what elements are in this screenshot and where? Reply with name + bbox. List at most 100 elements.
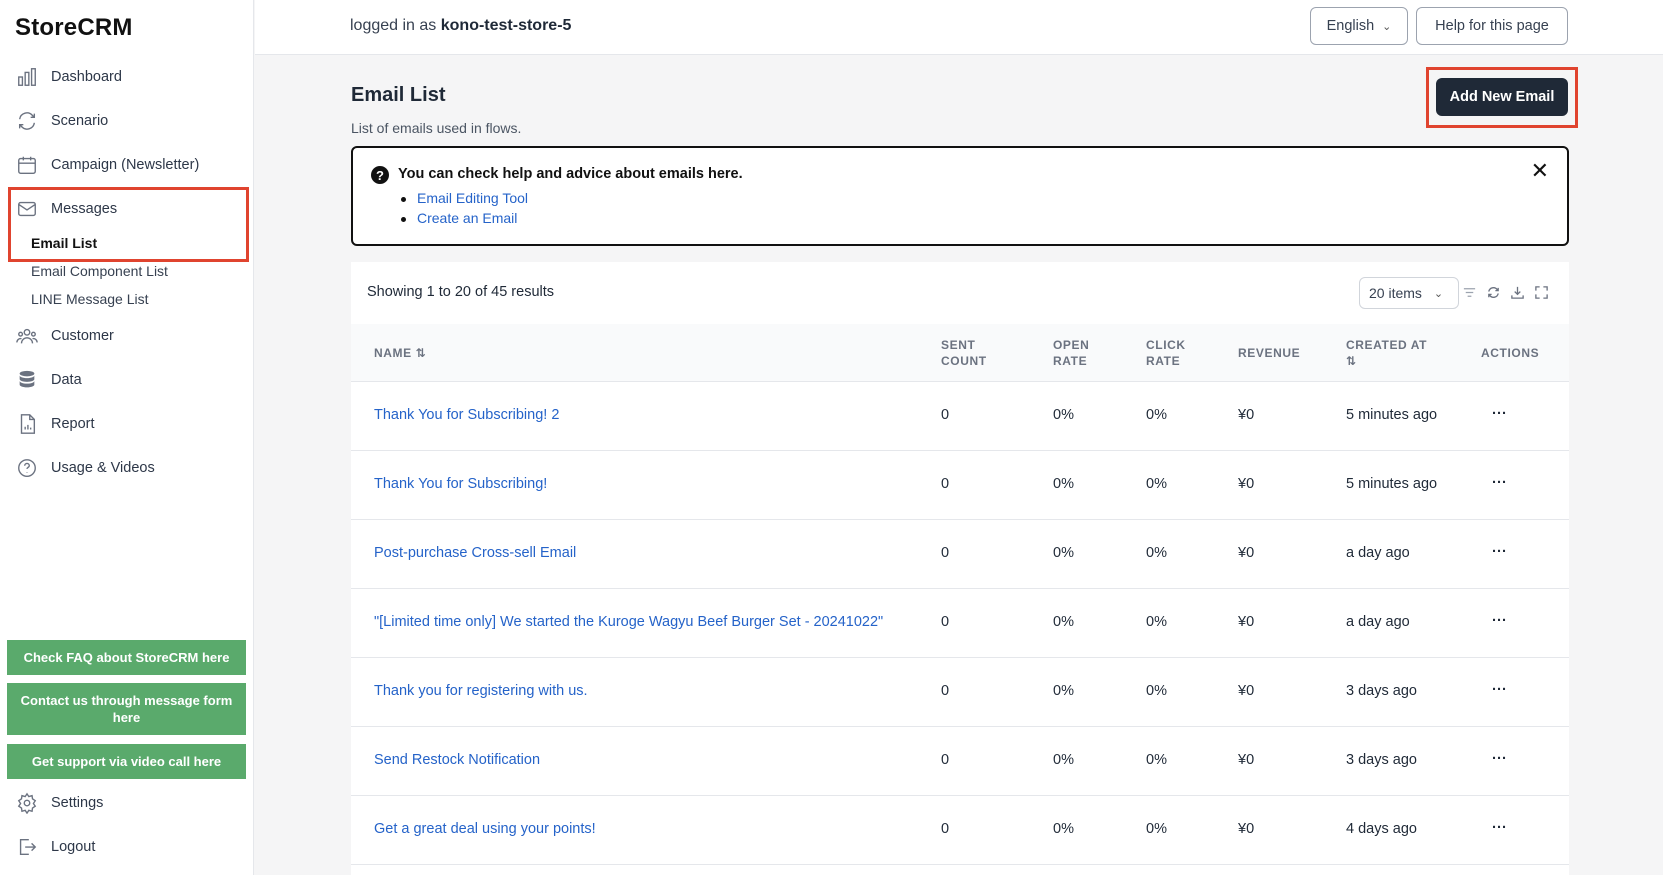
add-new-email-button[interactable]: Add New Email (1436, 78, 1568, 116)
sidebar-item-customer[interactable]: Customer (15, 322, 114, 350)
click-rate: 0% (1146, 614, 1167, 630)
column-created-at[interactable]: CREATED AT ⇅ (1346, 337, 1427, 369)
sidebar-item-data[interactable]: Data (15, 366, 82, 394)
revenue: ¥0 (1238, 545, 1255, 561)
sidebar-item-logout[interactable]: Logout (15, 833, 95, 861)
column-created-at-line1: CREATED AT (1346, 338, 1428, 352)
faq-button[interactable]: Check FAQ about StoreCRM here (7, 640, 246, 675)
row-actions-menu[interactable]: ... (1492, 747, 1507, 763)
chevron-down-icon: ⌄ (1382, 20, 1392, 33)
column-sent-count-line2: COUNT (941, 354, 987, 368)
filter-icon[interactable] (1461, 284, 1477, 300)
sidebar-item-label: Messages (51, 201, 118, 217)
refresh-icon (15, 109, 39, 133)
sidebar-item-label: Report (51, 416, 95, 432)
help-link-email-editing-tool[interactable]: Email Editing Tool (400, 190, 528, 206)
column-actions: ACTIONS (1481, 346, 1540, 360)
sidebar-item-dashboard[interactable]: Dashboard (15, 63, 122, 91)
row-actions-menu[interactable]: ... (1492, 678, 1507, 694)
bar-chart-icon (15, 65, 39, 89)
email-name-link[interactable]: Get a great deal using your points! (374, 821, 596, 837)
sidebar-item-label: Dashboard (51, 69, 122, 85)
revenue: ¥0 (1238, 476, 1255, 492)
document-chart-icon (15, 412, 39, 436)
fullscreen-icon[interactable] (1533, 284, 1549, 300)
column-sent-count: SENT COUNT (941, 337, 987, 369)
open-rate: 0% (1053, 614, 1074, 630)
column-name[interactable]: NAME ⇅ (374, 345, 426, 361)
video-call-support-button[interactable]: Get support via video call here (7, 744, 246, 779)
column-revenue: REVENUE (1238, 346, 1301, 360)
page-title: Email List (351, 84, 446, 106)
click-rate: 0% (1146, 545, 1167, 561)
email-name-link[interactable]: Thank You for Subscribing! (374, 476, 547, 492)
close-icon[interactable]: ✕ (1531, 160, 1549, 182)
column-open-rate: OPEN RATE (1053, 337, 1089, 369)
table-row: Post-purchase Cross-sell Email 0 0% 0% ¥… (351, 520, 1569, 589)
created-at: 3 days ago (1346, 683, 1417, 699)
column-click-rate-line2: RATE (1146, 354, 1181, 368)
click-rate: 0% (1146, 821, 1167, 837)
email-name-link[interactable]: "[Limited time only] We started the Kuro… (374, 614, 883, 630)
page-size-select[interactable]: 20 items ⌄ (1359, 277, 1459, 309)
sidebar-item-campaign[interactable]: Campaign (Newsletter) (15, 151, 199, 179)
calendar-icon (15, 153, 39, 177)
users-icon (15, 324, 39, 348)
sent-count: 0 (941, 614, 950, 630)
table-row: Thank You for Subscribing! 0 0% 0% ¥0 5 … (351, 451, 1569, 520)
revenue: ¥0 (1238, 407, 1255, 423)
open-rate: 0% (1053, 476, 1074, 492)
revenue: ¥0 (1238, 614, 1255, 630)
sent-count: 0 (941, 821, 950, 837)
help-link-create-email[interactable]: Create an Email (400, 210, 517, 226)
sidebar-item-scenario[interactable]: Scenario (15, 107, 108, 135)
table-row: Thank you for registering with us. 0 0% … (351, 658, 1569, 727)
created-at: a day ago (1346, 545, 1410, 561)
email-name-link[interactable]: Send Restock Notification (374, 752, 540, 768)
logout-icon (15, 835, 39, 859)
help-page-button[interactable]: Help for this page (1416, 7, 1568, 45)
sidebar-item-label: Logout (51, 839, 96, 855)
app-logo[interactable]: StoreCRM (15, 14, 133, 42)
row-actions-menu[interactable]: ... (1492, 816, 1507, 832)
column-sent-count-line1: SENT (941, 338, 976, 352)
row-actions-menu[interactable]: ... (1492, 540, 1507, 556)
sidebar-item-label: Scenario (51, 113, 109, 129)
sidebar-item-messages[interactable]: Messages (15, 195, 117, 223)
open-rate: 0% (1053, 683, 1074, 699)
sidebar-subitem-line-message-list[interactable]: LINE Message List (31, 291, 149, 307)
help-title: You can check help and advice about emai… (398, 166, 743, 182)
email-name-link[interactable]: Thank You for Subscribing! 2 (374, 407, 559, 423)
sidebar-item-label: Settings (51, 795, 104, 811)
language-select[interactable]: English ⌄ (1310, 7, 1408, 45)
sidebar: StoreCRM Dashboard Scenario Campaign (Ne… (0, 0, 254, 875)
refresh-icon[interactable] (1485, 284, 1501, 300)
help-circle-icon (15, 456, 39, 480)
page-subtitle: List of emails used in flows. (351, 120, 522, 136)
store-name: kono-test-store-5 (440, 17, 572, 34)
sidebar-item-settings[interactable]: Settings (15, 789, 103, 817)
click-rate: 0% (1146, 407, 1167, 423)
row-actions-menu[interactable]: ... (1492, 471, 1507, 487)
table-header: NAME ⇅ SENT COUNT OPEN RATE CLICK RATE R… (351, 324, 1569, 382)
sidebar-item-report[interactable]: Report (15, 410, 95, 438)
gear-icon (15, 791, 39, 815)
created-at: 5 minutes ago (1346, 476, 1438, 492)
created-at: 3 days ago (1346, 752, 1417, 768)
sidebar-item-label: Customer (51, 328, 114, 344)
sidebar-subitem-email-component-list[interactable]: Email Component List (31, 263, 168, 279)
row-actions-menu[interactable]: ... (1492, 402, 1507, 418)
created-at: 5 minutes ago (1346, 407, 1438, 423)
download-icon[interactable] (1509, 284, 1525, 300)
email-name-link[interactable]: Post-purchase Cross-sell Email (374, 545, 576, 561)
sidebar-item-usage-videos[interactable]: Usage & Videos (15, 454, 155, 482)
sidebar-item-label: Usage & Videos (51, 460, 155, 476)
column-click-rate: CLICK RATE (1146, 337, 1186, 369)
email-name-link[interactable]: Thank you for registering with us. (374, 683, 588, 699)
row-actions-menu[interactable]: ... (1492, 609, 1507, 625)
language-label: English (1326, 18, 1375, 34)
sent-count: 0 (941, 476, 950, 492)
contact-form-button[interactable]: Contact us through message form here (7, 683, 246, 735)
sidebar-subitem-email-list[interactable]: Email List (31, 235, 97, 251)
login-prefix: logged in as (350, 17, 437, 34)
